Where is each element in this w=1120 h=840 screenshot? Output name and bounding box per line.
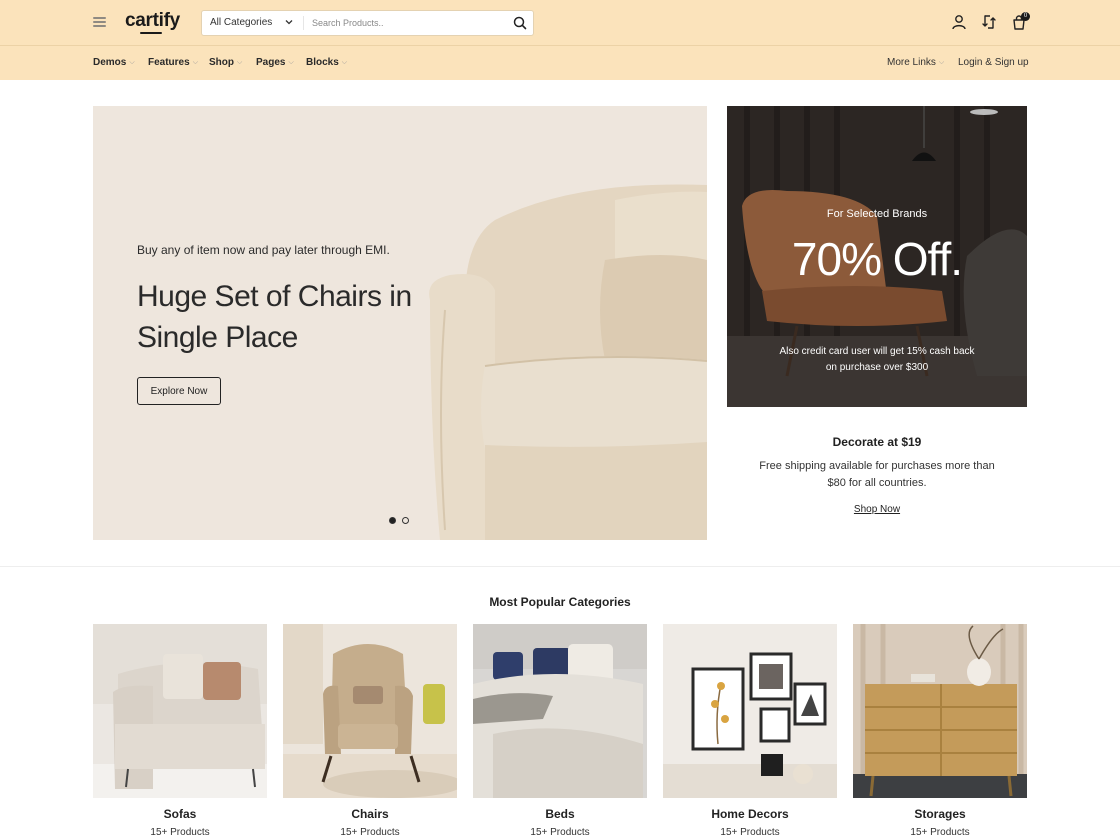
logo[interactable]: cartify bbox=[125, 10, 180, 32]
category-count: 15+ Products bbox=[910, 827, 970, 838]
category-card-beds[interactable]: Beds 15+ Products bbox=[473, 624, 647, 838]
category-name: Beds bbox=[545, 807, 575, 821]
category-count: 15+ Products bbox=[150, 827, 210, 838]
hero-subtitle: Buy any of item now and pay later throug… bbox=[137, 243, 390, 257]
nav-label: Blocks bbox=[306, 57, 339, 68]
chevron-down-icon: ⌵ bbox=[288, 58, 294, 66]
nav-blocks[interactable]: Blocks ⌵ bbox=[306, 57, 347, 68]
user-icon[interactable] bbox=[951, 14, 967, 30]
decorate-text: Free shipping available for purchases mo… bbox=[759, 460, 995, 489]
main-navbar: Demos ⌵ Features ⌵ Shop ⌵ Pages ⌵ Blocks ⌵ Mo… bbox=[0, 46, 1120, 80]
chevron-down-icon: ⌵ bbox=[192, 58, 198, 66]
chevron-down-icon: ⌵ bbox=[938, 58, 945, 66]
slide-dot-1[interactable] bbox=[389, 517, 396, 524]
logo-underline bbox=[140, 32, 162, 34]
category-count: 15+ Products bbox=[720, 827, 780, 838]
category-name: Sofas bbox=[163, 807, 197, 821]
shop-now-link[interactable]: Shop Now bbox=[727, 504, 1027, 515]
chair-image bbox=[283, 624, 457, 798]
search-divider bbox=[303, 16, 304, 30]
search-bar: All Categories bbox=[201, 10, 534, 36]
chevron-down-icon[interactable] bbox=[284, 17, 294, 27]
bed-image bbox=[473, 624, 647, 798]
category-select[interactable]: All Categories bbox=[210, 17, 272, 28]
armchair-image bbox=[429, 184, 707, 540]
promo-banner[interactable]: For Selected Brands 70% Off. Also credit… bbox=[727, 106, 1027, 407]
nav-pages[interactable]: Pages ⌵ bbox=[256, 57, 294, 68]
search-icon[interactable] bbox=[512, 15, 528, 31]
promo-note: Also credit card user will get 15% cash … bbox=[779, 346, 975, 373]
section-divider bbox=[0, 566, 1120, 567]
decorate-title: Decorate at $19 bbox=[832, 435, 922, 449]
category-card-home-decors[interactable]: Home Decors 15+ Products bbox=[663, 624, 837, 838]
sofa-image bbox=[93, 624, 267, 798]
search-input[interactable] bbox=[312, 14, 502, 32]
category-name: Home Decors bbox=[711, 807, 789, 821]
cart-count-badge: 0 bbox=[1021, 12, 1030, 21]
slider-dots bbox=[389, 517, 409, 524]
nav-label: More Links bbox=[887, 57, 936, 68]
nav-label: Shop bbox=[209, 57, 234, 68]
category-card-chairs[interactable]: Chairs 15+ Products bbox=[283, 624, 457, 838]
category-name: Chairs bbox=[351, 807, 389, 821]
wall-art-image bbox=[663, 624, 837, 798]
nav-shop[interactable]: Shop ⌵ bbox=[209, 57, 242, 68]
top-header: cartify All Categories 0 bbox=[0, 0, 1120, 46]
menu-icon[interactable] bbox=[93, 17, 106, 27]
chevron-down-icon: ⌵ bbox=[129, 58, 135, 66]
nav-features[interactable]: Features ⌵ bbox=[148, 57, 198, 68]
nav-label: Pages bbox=[256, 57, 286, 68]
category-card-sofas[interactable]: Sofas 15+ Products bbox=[93, 624, 267, 838]
promo-headline: 70% Off. bbox=[791, 233, 963, 285]
login-signup-link[interactable]: Login & Sign up bbox=[958, 57, 1029, 68]
category-count: 15+ Products bbox=[340, 827, 400, 838]
nav-more-links[interactable]: More Links ⌵ bbox=[887, 57, 944, 68]
dresser-image bbox=[853, 624, 1027, 798]
nav-label: Login & Sign up bbox=[958, 57, 1029, 68]
hero-title: Huge Set of Chairs in Single Place bbox=[137, 280, 412, 354]
categories-title: Most Popular Categories bbox=[489, 595, 631, 609]
category-count: 15+ Products bbox=[530, 827, 590, 838]
hero-banner: Buy any of item now and pay later throug… bbox=[93, 106, 707, 540]
explore-now-button[interactable]: Explore Now bbox=[137, 377, 221, 405]
category-name: Storages bbox=[914, 807, 966, 821]
nav-demos[interactable]: Demos ⌵ bbox=[93, 57, 135, 68]
nav-label: Features bbox=[148, 57, 190, 68]
nav-label: Demos bbox=[93, 57, 127, 68]
chevron-down-icon: ⌵ bbox=[237, 58, 243, 66]
category-card-storages[interactable]: Storages 15+ Products bbox=[853, 624, 1027, 838]
promo-kicker: For Selected Brands bbox=[826, 208, 928, 220]
chevron-down-icon: ⌵ bbox=[341, 58, 348, 66]
slide-dot-2[interactable] bbox=[402, 517, 409, 524]
compare-icon[interactable] bbox=[981, 14, 997, 30]
